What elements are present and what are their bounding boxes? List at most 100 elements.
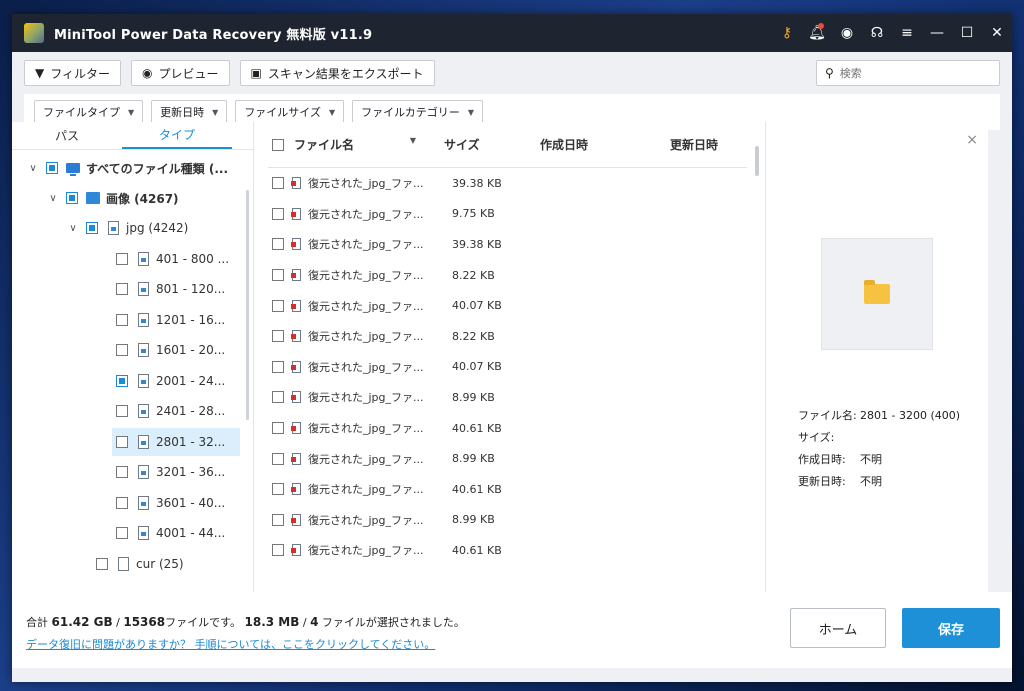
row-checkbox[interactable]	[272, 513, 284, 526]
table-row[interactable]: 復元された_jpg_ファ... 40.61 KB	[268, 474, 747, 505]
tree-node-range[interactable]: 1601 - 20...	[112, 336, 240, 364]
row-checkbox[interactable]	[272, 238, 284, 251]
export-scan-button[interactable]: ▣ スキャン結果をエクスポート	[239, 60, 435, 86]
tree-node-images[interactable]: ∨ 画像 (4267)	[46, 184, 178, 212]
tree-checkbox[interactable]	[116, 436, 128, 448]
tree-node-range[interactable]: 3201 - 36...	[112, 458, 240, 486]
image-file-icon	[290, 513, 302, 527]
tree-node-jpg[interactable]: ∨ jpg (4242)	[66, 214, 188, 242]
row-checkbox[interactable]	[272, 299, 284, 312]
menu-icon[interactable]: ≡	[892, 14, 922, 52]
monitor-icon	[66, 160, 80, 176]
tree-checkbox[interactable]	[116, 253, 128, 265]
tab-path[interactable]: パス	[12, 122, 122, 149]
chevron-down-icon[interactable]: ∨	[26, 163, 40, 174]
table-row[interactable]: 復元された_jpg_ファ... 9.75 KB	[268, 199, 747, 230]
total-files: 15368	[123, 615, 166, 629]
tree-checkbox[interactable]	[116, 527, 128, 539]
file-list-scrollbar[interactable]	[755, 146, 759, 176]
tree-checkbox[interactable]	[46, 162, 58, 174]
chevron-down-icon[interactable]: ∨	[46, 193, 60, 204]
sort-down-icon: ▼	[409, 136, 416, 145]
headset-icon[interactable]: ☊	[862, 14, 892, 52]
save-button[interactable]: 保存	[902, 608, 1000, 648]
row-checkbox[interactable]	[272, 207, 284, 220]
tree-checkbox[interactable]	[116, 466, 128, 478]
column-header-name[interactable]: ファイル名 ▼	[294, 136, 430, 153]
tree-checkbox[interactable]	[116, 344, 128, 356]
row-checkbox[interactable]	[272, 422, 284, 435]
tree-node-range[interactable]: 801 - 120...	[112, 275, 240, 303]
main-panel: パス タイプ ∨ すべてのファイル種類 (... ∨ 画像 (4267) ∨ j…	[12, 122, 988, 592]
bell-icon[interactable]: 🔔︎	[802, 14, 832, 52]
tree-checkbox[interactable]	[86, 222, 98, 234]
modified-date-dropdown[interactable]: 更新日時 ▼	[151, 100, 228, 124]
preview-button[interactable]: ◉ プレビュー	[131, 60, 230, 86]
table-row[interactable]: 復元された_jpg_ファ... 8.99 KB	[268, 382, 747, 413]
tree-checkbox[interactable]	[116, 314, 128, 326]
help-link[interactable]: データ復旧に問題がありますか？ 手順については、ここをクリックしてください。	[26, 636, 435, 652]
notification-dot	[818, 23, 824, 29]
column-header-size[interactable]: サイズ	[430, 136, 540, 153]
search-input[interactable]	[839, 66, 990, 80]
table-row[interactable]: 復元された_jpg_ファ... 39.38 KB	[268, 229, 747, 260]
close-icon[interactable]: ✕	[982, 14, 1012, 52]
column-header-created[interactable]: 作成日時	[540, 136, 670, 153]
file-icon	[136, 281, 150, 297]
row-checkbox[interactable]	[272, 483, 284, 496]
row-checkbox[interactable]	[272, 544, 284, 557]
tree-checkbox[interactable]	[116, 283, 128, 295]
table-row[interactable]: 復元された_jpg_ファ... 40.61 KB	[268, 413, 747, 444]
file-type-dropdown[interactable]: ファイルタイプ ▼	[34, 100, 144, 124]
table-row[interactable]: 復元された_jpg_ファ... 8.99 KB	[268, 505, 747, 536]
search-box[interactable]: ⚲	[816, 60, 1000, 86]
tree-node-range[interactable]: 3601 - 40...	[112, 489, 240, 517]
tree-node-cur[interactable]: cur (25)	[92, 550, 184, 578]
tree-node-range[interactable]: 2401 - 28...	[112, 397, 240, 425]
file-size-dropdown[interactable]: ファイルサイズ ▼	[235, 100, 345, 124]
tree-tabs: パス タイプ	[12, 122, 253, 150]
row-checkbox[interactable]	[272, 360, 284, 373]
tree-checkbox[interactable]	[116, 497, 128, 509]
maximize-icon[interactable]: ☐	[952, 14, 982, 52]
table-row[interactable]: 復元された_jpg_ファ... 40.61 KB	[268, 535, 747, 566]
tree-node-range[interactable]: 1201 - 16...	[112, 306, 240, 334]
close-icon[interactable]: ×	[966, 132, 978, 148]
tree-checkbox[interactable]	[116, 405, 128, 417]
filter-button[interactable]: ▼ フィルター	[24, 60, 121, 86]
minimize-icon[interactable]: —	[922, 14, 952, 52]
table-row[interactable]: 復元された_jpg_ファ... 39.38 KB	[268, 168, 747, 199]
table-row[interactable]: 復元された_jpg_ファ... 40.07 KB	[268, 352, 747, 383]
tree-scrollbar[interactable]	[246, 190, 249, 420]
table-row[interactable]: 復元された_jpg_ファ... 8.99 KB	[268, 443, 747, 474]
file-category-dropdown[interactable]: ファイルカテゴリー ▼	[352, 100, 483, 124]
tree-checkbox[interactable]	[66, 192, 78, 204]
app-logo-icon	[24, 23, 44, 43]
tree-node-all-types[interactable]: ∨ すべてのファイル種類 (...	[26, 154, 250, 182]
tree-node-range[interactable]: 401 - 800 ...	[112, 245, 240, 273]
tree-checkbox-checked[interactable]	[116, 375, 128, 387]
row-checkbox[interactable]	[272, 330, 284, 343]
home-button[interactable]: ホーム	[790, 608, 886, 648]
row-checkbox[interactable]	[272, 452, 284, 465]
row-checkbox[interactable]	[272, 391, 284, 404]
image-file-icon	[290, 207, 302, 221]
row-checkbox[interactable]	[272, 269, 284, 282]
folder-icon	[864, 280, 890, 304]
column-header-modified[interactable]: 更新日時	[670, 136, 740, 153]
file-icon	[136, 464, 150, 480]
tree-node-range-selected[interactable]: 2801 - 32...	[112, 428, 240, 456]
table-row[interactable]: 復元された_jpg_ファ... 40.07 KB	[268, 290, 747, 321]
chevron-down-icon[interactable]: ∨	[66, 223, 80, 234]
table-row[interactable]: 復元された_jpg_ファ... 8.22 KB	[268, 260, 747, 291]
tab-type[interactable]: タイプ	[122, 122, 232, 149]
image-file-icon	[290, 360, 302, 374]
table-row[interactable]: 復元された_jpg_ファ... 8.22 KB	[268, 321, 747, 352]
disc-icon[interactable]: ◉	[832, 14, 862, 52]
tree-node-range[interactable]: 2001 - 24...	[112, 367, 240, 395]
row-checkbox[interactable]	[272, 177, 284, 190]
select-all-checkbox[interactable]	[272, 138, 284, 151]
tree-node-range[interactable]: 4001 - 44...	[112, 519, 240, 547]
key-icon[interactable]: ⚷	[772, 14, 802, 52]
tree-checkbox[interactable]	[96, 558, 108, 570]
